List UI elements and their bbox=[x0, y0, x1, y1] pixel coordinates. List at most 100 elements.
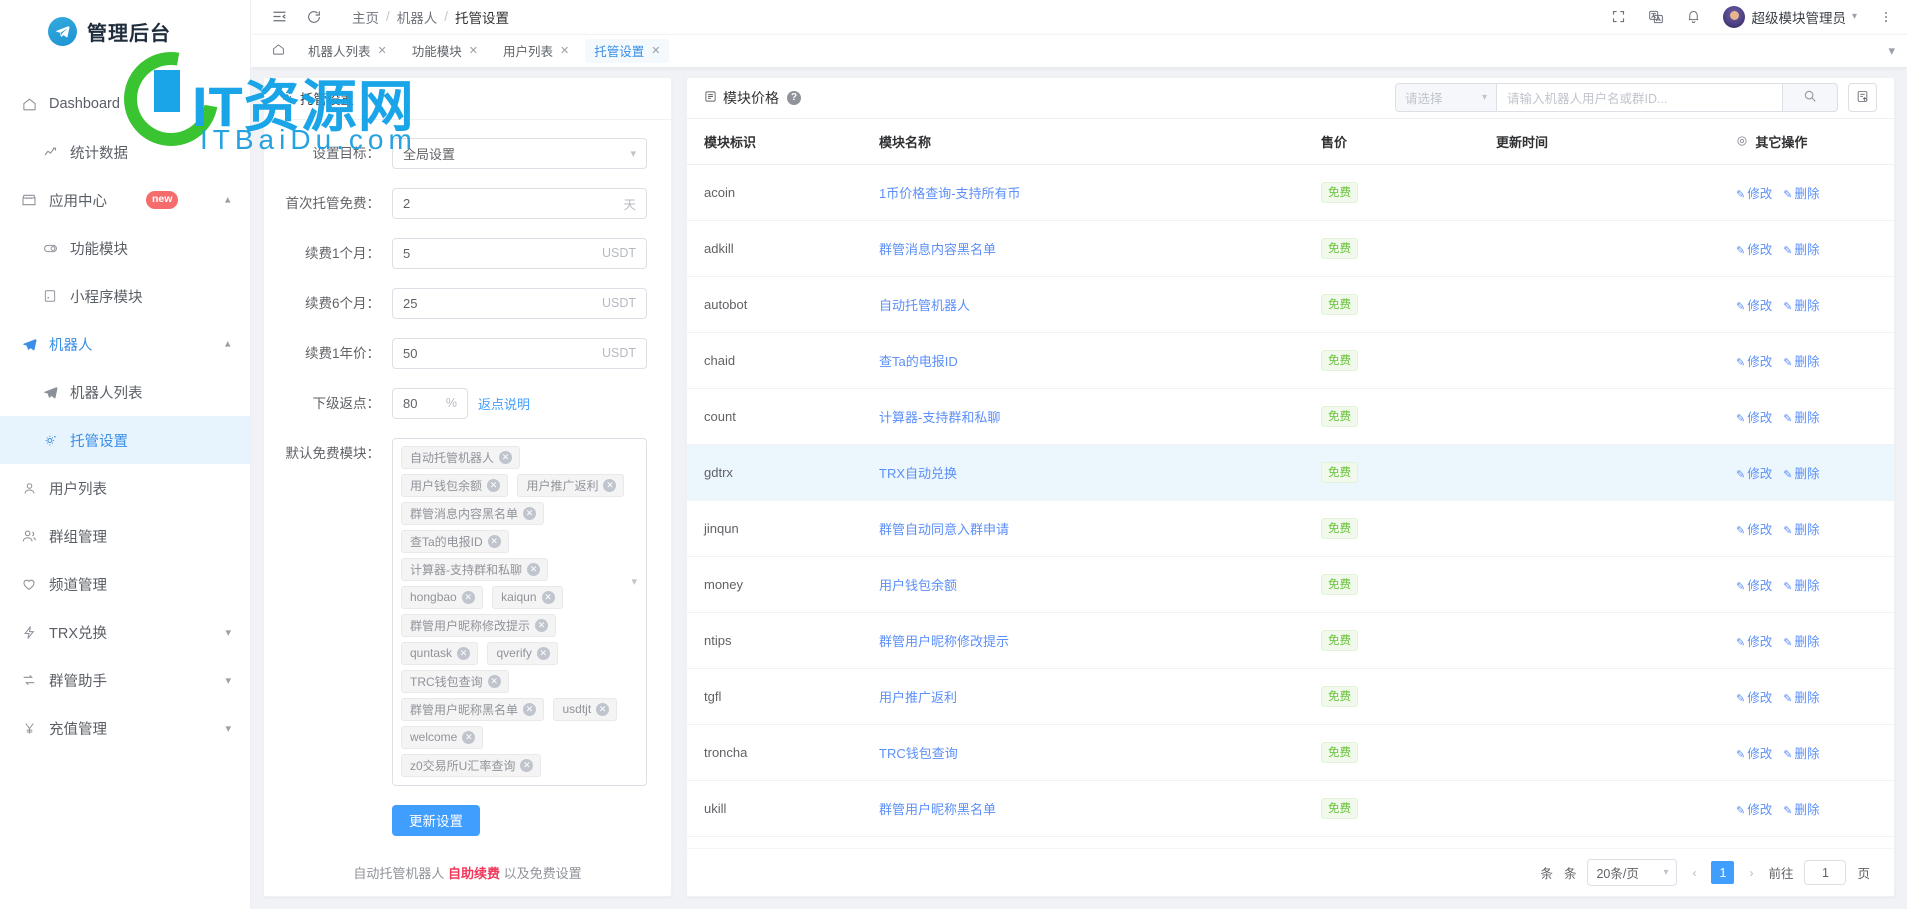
more-vertical-icon[interactable] bbox=[1879, 10, 1893, 24]
tag-item[interactable]: hongbao ✕ bbox=[401, 585, 483, 609]
close-icon[interactable]: ✕ bbox=[487, 674, 501, 688]
sidebar-item-group-assistant[interactable]: 群管助手 ▾ bbox=[0, 656, 250, 704]
close-icon[interactable]: ✕ bbox=[596, 702, 610, 716]
delete-action[interactable]: ✎ 删除 bbox=[1783, 467, 1819, 481]
sidebar-item-channel-management[interactable]: 频道管理 bbox=[0, 560, 250, 608]
table-row[interactable]: ukill 群管用户昵称黑名单 免费 ✎ 修改 ✎ 删除 bbox=[687, 780, 1894, 837]
rebate-help-link[interactable]: 返点说明 bbox=[478, 394, 530, 413]
table-row[interactable]: chaid 查Ta的电报ID 免费 ✎ 修改 ✎ 删除 bbox=[687, 332, 1894, 389]
edit-action[interactable]: ✎ 修改 bbox=[1736, 691, 1772, 705]
tag-item[interactable]: usdtjt ✕ bbox=[553, 697, 618, 721]
chevron-down-icon[interactable]: ▾ bbox=[225, 626, 231, 639]
table-row[interactable]: autobot 自动托管机器人 免费 ✎ 修改 ✎ 删除 bbox=[687, 276, 1894, 333]
tag-item[interactable]: 查Ta的电报ID ✕ bbox=[401, 529, 509, 553]
renew-1month-input[interactable]: 5 USDT bbox=[392, 237, 647, 269]
delete-action[interactable]: ✎ 删除 bbox=[1783, 579, 1819, 593]
edit-action[interactable]: ✎ 修改 bbox=[1736, 579, 1772, 593]
export-button[interactable] bbox=[1848, 83, 1877, 113]
tab-user-list[interactable]: 用户列表 ✕ bbox=[494, 39, 578, 63]
delete-action[interactable]: ✎ 删除 bbox=[1783, 635, 1819, 649]
tab-home[interactable] bbox=[265, 39, 292, 63]
edit-action[interactable]: ✎ 修改 bbox=[1736, 747, 1772, 761]
close-icon[interactable]: ✕ bbox=[523, 702, 537, 716]
chevron-down-icon[interactable]: ▾ bbox=[225, 674, 231, 687]
question-icon[interactable]: ? bbox=[787, 90, 801, 105]
sidebar-item-group-management[interactable]: 群组管理 bbox=[0, 512, 250, 560]
sidebar-item-statistics[interactable]: 统计数据 bbox=[0, 128, 250, 176]
tag-item[interactable]: qverify ✕ bbox=[487, 641, 558, 665]
edit-action[interactable]: ✎ 修改 bbox=[1736, 523, 1772, 537]
cell-module-name[interactable]: 1币价格查询-支持所有币 bbox=[879, 186, 1021, 201]
delete-action[interactable]: ✎ 删除 bbox=[1783, 747, 1819, 761]
close-icon[interactable]: ✕ bbox=[461, 590, 475, 604]
tag-item[interactable]: 用户钱包余额 ✕ bbox=[401, 473, 509, 497]
table-row[interactable]: tgfl 用户推广返利 免费 ✎ 修改 ✎ 删除 bbox=[687, 668, 1894, 725]
collapse-menu-icon[interactable] bbox=[271, 8, 288, 25]
close-icon[interactable]: ✕ bbox=[527, 562, 540, 576]
sidebar-item-user-list[interactable]: 用户列表 bbox=[0, 464, 250, 512]
edit-action[interactable]: ✎ 修改 bbox=[1736, 635, 1772, 649]
chevron-down-icon[interactable]: ▾ bbox=[225, 722, 231, 735]
close-icon[interactable]: ✕ bbox=[651, 44, 660, 57]
edit-action[interactable]: ✎ 修改 bbox=[1736, 187, 1772, 201]
refresh-icon[interactable] bbox=[306, 9, 322, 25]
tag-item[interactable]: 计算器-支持群和私聊 ✕ bbox=[401, 557, 548, 581]
sidebar-item-dashboard[interactable]: Dashboard bbox=[0, 80, 250, 128]
chevron-up-icon[interactable]: ▾ bbox=[225, 194, 231, 207]
close-icon[interactable]: ✕ bbox=[520, 758, 534, 772]
sidebar-item-function-modules[interactable]: 功能模块 bbox=[0, 224, 250, 272]
edit-action[interactable]: ✎ 修改 bbox=[1736, 467, 1772, 481]
breadcrumb-item[interactable]: 机器人 bbox=[397, 7, 438, 27]
close-icon[interactable]: ✕ bbox=[523, 506, 537, 520]
update-settings-button[interactable]: 更新设置 bbox=[392, 804, 480, 836]
close-icon[interactable]: ✕ bbox=[487, 478, 501, 492]
chevron-down-icon[interactable]: ▾ bbox=[1888, 43, 1895, 59]
cell-module-name[interactable]: TRC钱包查询 bbox=[879, 746, 958, 761]
edit-action[interactable]: ✎ 修改 bbox=[1736, 243, 1772, 257]
table-row[interactable]: ntips 群管用户昵称修改提示 免费 ✎ 修改 ✎ 删除 bbox=[687, 612, 1894, 669]
tab-function-modules[interactable]: 功能模块 ✕ bbox=[403, 39, 487, 63]
tag-item[interactable]: TRC钱包查询 ✕ bbox=[401, 669, 509, 693]
close-icon[interactable]: ✕ bbox=[462, 730, 476, 744]
cell-module-name[interactable]: 查Ta的电报ID bbox=[879, 354, 958, 369]
delete-action[interactable]: ✎ 删除 bbox=[1783, 243, 1819, 257]
delete-action[interactable]: ✎ 删除 bbox=[1783, 691, 1819, 705]
close-icon[interactable]: ✕ bbox=[499, 450, 513, 464]
edit-action[interactable]: ✎ 修改 bbox=[1736, 411, 1772, 425]
table-row[interactable]: z0usdtTRC钱C钱佬包查询免费✎修改✎删除 bbox=[687, 836, 1894, 849]
tag-item[interactable]: quntask ✕ bbox=[401, 641, 479, 665]
search-button[interactable] bbox=[1783, 83, 1838, 113]
search-input[interactable]: 请输入机器人用户名或群ID... bbox=[1497, 83, 1783, 113]
goto-page-input[interactable]: 1 bbox=[1804, 860, 1847, 886]
tag-item[interactable]: 群管用户昵称黑名单 ✕ bbox=[401, 697, 545, 721]
sidebar-item-appcenter[interactable]: 应用中心 new ▾ bbox=[0, 176, 250, 224]
delete-action[interactable]: ✎ 删除 bbox=[1783, 411, 1819, 425]
cell-module-name[interactable]: 群管消息内容黑名单 bbox=[879, 242, 996, 257]
delete-action[interactable]: ✎ 删除 bbox=[1783, 299, 1819, 313]
delete-action[interactable]: ✎ 删除 bbox=[1783, 523, 1819, 537]
table-row[interactable]: adkill 群管消息内容黑名单 免费 ✎ 修改 ✎ 删除 bbox=[687, 220, 1894, 277]
tag-item[interactable]: z0交易所U汇率查询 ✕ bbox=[401, 753, 542, 777]
chevron-down-icon[interactable]: ▾ bbox=[631, 575, 637, 588]
brand-logo[interactable]: 管理后台 bbox=[0, 0, 250, 62]
close-icon[interactable]: ✕ bbox=[457, 646, 471, 660]
tag-item[interactable]: 群管消息内容黑名单 ✕ bbox=[401, 501, 545, 525]
edit-action[interactable]: ✎ 修改 bbox=[1736, 355, 1772, 369]
tab-hosting-settings[interactable]: 托管设置 ✕ bbox=[585, 38, 670, 63]
close-icon[interactable]: ✕ bbox=[603, 478, 617, 492]
next-page-button[interactable]: › bbox=[1745, 866, 1757, 880]
fullscreen-icon[interactable] bbox=[1611, 9, 1626, 24]
free-days-input[interactable]: 2 天 bbox=[392, 187, 647, 219]
free-modules-tag-input[interactable]: 自动托管机器人 ✕ 用户钱包余额 ✕ 用户推广返利 ✕ 群管消息内容黑名单 ✕ 查Ta的… bbox=[392, 437, 647, 786]
cell-module-name[interactable]: 用户推广返利 bbox=[879, 690, 957, 705]
tag-item[interactable]: 群管用户昵称修改提示 ✕ bbox=[401, 613, 557, 637]
renew-1year-input[interactable]: 50 USDT bbox=[392, 337, 647, 369]
cell-module-name[interactable]: 群管用户昵称修改提示 bbox=[879, 634, 1009, 649]
sidebar-item-miniapp-modules[interactable]: 小程序模块 bbox=[0, 272, 250, 320]
close-icon[interactable]: ✕ bbox=[469, 44, 478, 57]
cell-module-name[interactable]: 群管用户昵称黑名单 bbox=[879, 802, 996, 817]
sidebar-item-hosting-settings[interactable]: 托管设置 bbox=[0, 416, 250, 464]
cell-module-name[interactable]: 群管自动同意入群申请 bbox=[879, 522, 1009, 537]
sidebar-item-trx-exchange[interactable]: TRX兑换 ▾ bbox=[0, 608, 250, 656]
tab-robot-list[interactable]: 机器人列表 ✕ bbox=[299, 39, 396, 63]
